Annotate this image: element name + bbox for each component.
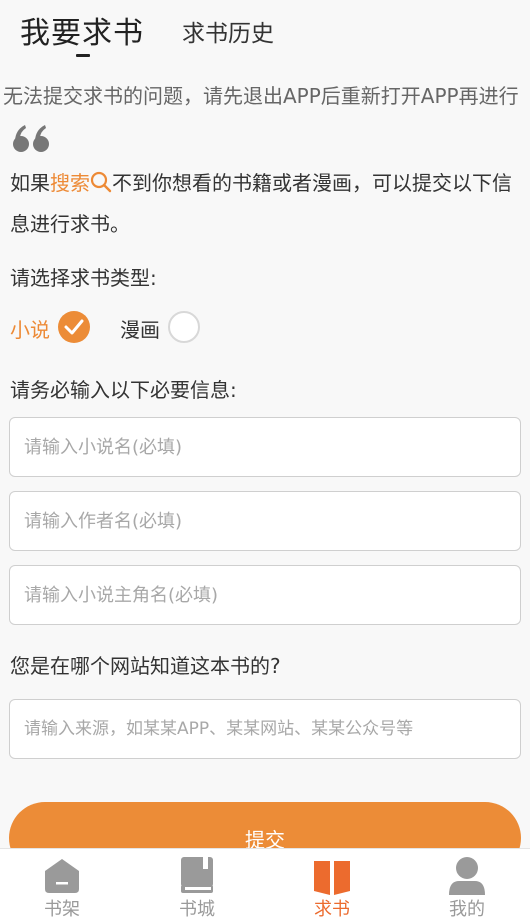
book-store-icon xyxy=(177,855,217,895)
radio-comic-label[interactable]: 漫画 xyxy=(120,314,160,343)
notice-marquee: 无法提交求书的问题，请先退出APP后重新打开APP再进行 xyxy=(0,80,530,110)
protagonist-name-input[interactable] xyxy=(10,566,520,624)
required-info-label: 请务必输入以下必要信息: xyxy=(10,378,237,402)
tabbar-label-mine: 我的 xyxy=(449,899,485,920)
radio-novel-checked-icon[interactable] xyxy=(58,311,90,343)
radio-novel-label[interactable]: 小说 xyxy=(10,314,50,343)
book-type-label: 请选择求书类型: xyxy=(10,266,157,290)
search-icon[interactable] xyxy=(90,167,112,205)
tabbar-label-bookshelf: 书架 xyxy=(44,899,80,920)
author-name-input[interactable] xyxy=(10,492,520,550)
tabbar-label-request-book: 求书 xyxy=(314,899,350,920)
author-name-field xyxy=(9,491,521,551)
user-icon xyxy=(447,855,487,895)
open-book-icon xyxy=(312,855,352,895)
novel-name-input[interactable] xyxy=(10,418,520,476)
radio-comic-unchecked-icon[interactable] xyxy=(168,311,200,343)
header-bar: 我要求书 求书历史 xyxy=(0,0,530,64)
bookshelf-icon xyxy=(42,855,82,895)
tabbar-label-bookstore: 书城 xyxy=(179,899,215,920)
tabbar-item-bookshelf[interactable]: 书架 xyxy=(22,849,102,920)
search-link[interactable]: 搜索 xyxy=(50,171,90,195)
notice-text: 无法提交求书的问题，请先退出APP后重新打开APP再进行 xyxy=(3,84,519,108)
active-tab-indicator xyxy=(76,54,90,57)
protagonist-name-field xyxy=(9,565,521,625)
tab-request-book[interactable]: 我要求书 xyxy=(20,8,144,52)
tabbar-item-request-book[interactable]: 求书 xyxy=(292,849,372,920)
quote-icon xyxy=(12,124,52,158)
intro-before: 如果 xyxy=(10,171,50,195)
bottom-tab-bar: 书架 书城 求书 我的 xyxy=(0,848,530,920)
intro-text: 如果搜索 不到你想看的书籍或者漫画，可以提交以下信息进行求书。 xyxy=(10,164,522,243)
source-field xyxy=(9,699,521,759)
book-type-options: 小说 漫画 xyxy=(0,308,530,348)
tabbar-item-mine[interactable]: 我的 xyxy=(427,849,507,920)
tabbar-item-bookstore[interactable]: 书城 xyxy=(157,849,237,920)
source-input[interactable] xyxy=(10,700,520,758)
tab-request-history[interactable]: 求书历史 xyxy=(182,14,274,48)
novel-name-field xyxy=(9,417,521,477)
source-label: 您是在哪个网站知道这本书的? xyxy=(10,654,281,678)
